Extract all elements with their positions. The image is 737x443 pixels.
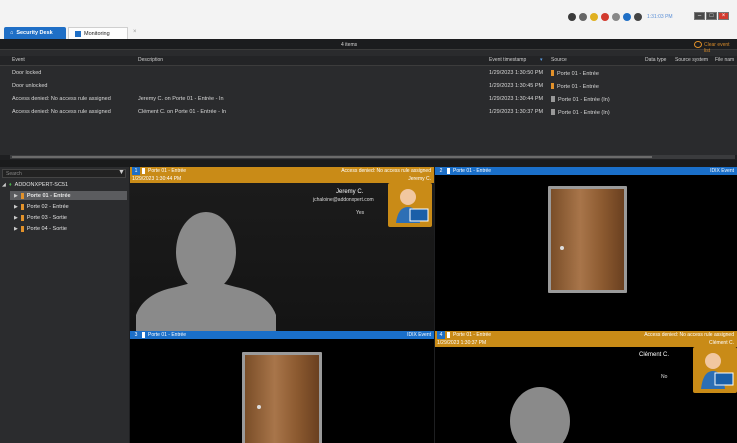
- health-icon[interactable]: [568, 13, 576, 21]
- window-controls: – □ ×: [694, 12, 729, 20]
- tile-subheader: 1/29/2023 1:30:37 PM Clément C.: [435, 339, 737, 347]
- event-count: 4 items: [341, 42, 358, 48]
- tree-item-porte-02[interactable]: ▶ Porte 02 - Entrée: [14, 202, 69, 211]
- col-timestamp[interactable]: Event timestamp: [489, 57, 526, 67]
- tree-root[interactable]: ◢ ♦ ADDONXPERT-SC51: [2, 180, 68, 189]
- column-header-row: [0, 56, 737, 66]
- col-event[interactable]: Event: [12, 57, 25, 67]
- cardholder-picture: [693, 347, 737, 393]
- tile-header: 1 Porte 01 - Entrée Access denied: No ac…: [130, 167, 434, 175]
- door-icon: [447, 168, 450, 174]
- tree-item-porte-03[interactable]: ▶ Porte 03 - Sortie: [14, 213, 67, 222]
- tile-number: 1: [132, 167, 140, 175]
- person-placeholder-image: [510, 387, 570, 443]
- tile-2[interactable]: 2 Porte 01 - Entrée IDIX Event: [435, 167, 737, 331]
- clear-icon[interactable]: [694, 41, 702, 48]
- door-icon: [20, 214, 24, 221]
- site-icon: ♦: [8, 181, 12, 188]
- tile-1[interactable]: 1 Porte 01 - Entrée Access denied: No ac…: [130, 167, 434, 331]
- tile-4[interactable]: 4 Porte 01 - Entrée Access denied: No ac…: [435, 331, 737, 443]
- monitoring-icon: [75, 30, 81, 37]
- tab-monitoring[interactable]: Monitoring: [68, 27, 128, 39]
- door-icon: [447, 332, 450, 338]
- door-icon: [20, 192, 24, 199]
- tile-subheader: 1/29/2023 1:30:44 PM Jeremy C.: [130, 175, 434, 183]
- minimize-button[interactable]: –: [694, 12, 705, 20]
- door-icon: [551, 83, 554, 89]
- table-row[interactable]: Door unlocked 1/29/2023 1:30:45 PM Porte…: [0, 80, 737, 93]
- tile-header: 2 Porte 01 - Entrée IDIX Event: [435, 167, 737, 175]
- table-row[interactable]: Door locked 1/29/2023 1:30:50 PM Porte 0…: [0, 67, 737, 80]
- col-data-type[interactable]: Data type: [645, 57, 666, 67]
- expand-icon[interactable]: ▶: [14, 204, 18, 210]
- door-icon: [20, 225, 24, 232]
- col-source[interactable]: Source: [551, 57, 567, 67]
- expand-icon[interactable]: ▶: [14, 215, 18, 221]
- event-list-header: [0, 39, 737, 50]
- door-image: [242, 352, 322, 443]
- table-row[interactable]: Access denied: No access rule assigned C…: [0, 106, 737, 119]
- door-knob: [560, 246, 564, 250]
- filter-icon[interactable]: ▼: [118, 169, 125, 176]
- clear-event-list-link[interactable]: Clear event list: [704, 42, 737, 54]
- reader-icon: [551, 109, 555, 115]
- tile-header: 4 Porte 01 - Entrée Access denied: No ac…: [435, 331, 737, 339]
- network-icon[interactable]: [623, 13, 631, 21]
- close-tab-icon[interactable]: ×: [133, 29, 137, 35]
- tab-security-desk[interactable]: ⌂ Security Desk: [4, 27, 66, 39]
- expand-icon[interactable]: ◢: [2, 182, 6, 188]
- tile-3[interactable]: 3 Porte 01 - Entrée IDIX Event: [130, 331, 434, 443]
- door-icon: [142, 332, 145, 338]
- cardholder-picture: [388, 183, 432, 227]
- table-row[interactable]: Access denied: No access rule assigned J…: [0, 93, 737, 106]
- door-image: [548, 186, 627, 293]
- maximize-button[interactable]: □: [706, 12, 717, 20]
- scrollbar-thumb[interactable]: [12, 156, 652, 158]
- close-button[interactable]: ×: [718, 12, 729, 20]
- door-knob: [257, 405, 261, 409]
- door-icon: [142, 168, 145, 174]
- clock: 1:31:03 PM: [647, 14, 673, 20]
- tree-item-porte-04[interactable]: ▶ Porte 04 - Sortie: [14, 224, 67, 233]
- tile-header: 3 Porte 01 - Entrée IDIX Event: [130, 331, 434, 339]
- expand-icon[interactable]: ▶: [14, 193, 18, 199]
- expand-icon[interactable]: ▶: [14, 226, 18, 232]
- volume-icon[interactable]: [612, 13, 620, 21]
- search-input[interactable]: Search: [2, 169, 126, 178]
- reader-icon: [551, 96, 555, 102]
- col-file-name[interactable]: File nam: [715, 57, 734, 67]
- user-icon[interactable]: [634, 13, 642, 21]
- person-placeholder-image: [136, 212, 276, 331]
- alarm-count-icon[interactable]: [601, 13, 609, 21]
- col-source-system[interactable]: Source system: [675, 57, 708, 67]
- home-icon: ⌂: [10, 30, 14, 36]
- door-icon: [551, 70, 554, 76]
- tree-item-porte-01[interactable]: ▶ Porte 01 - Entrée: [10, 191, 127, 200]
- notification-icon[interactable]: [579, 13, 587, 21]
- alert-icon[interactable]: [590, 13, 598, 21]
- sort-desc-icon: ▾: [540, 57, 543, 63]
- col-description[interactable]: Description: [138, 57, 163, 67]
- door-icon: [20, 203, 24, 210]
- splitter[interactable]: [0, 160, 737, 167]
- system-tray: 1:31:03 PM: [568, 12, 673, 22]
